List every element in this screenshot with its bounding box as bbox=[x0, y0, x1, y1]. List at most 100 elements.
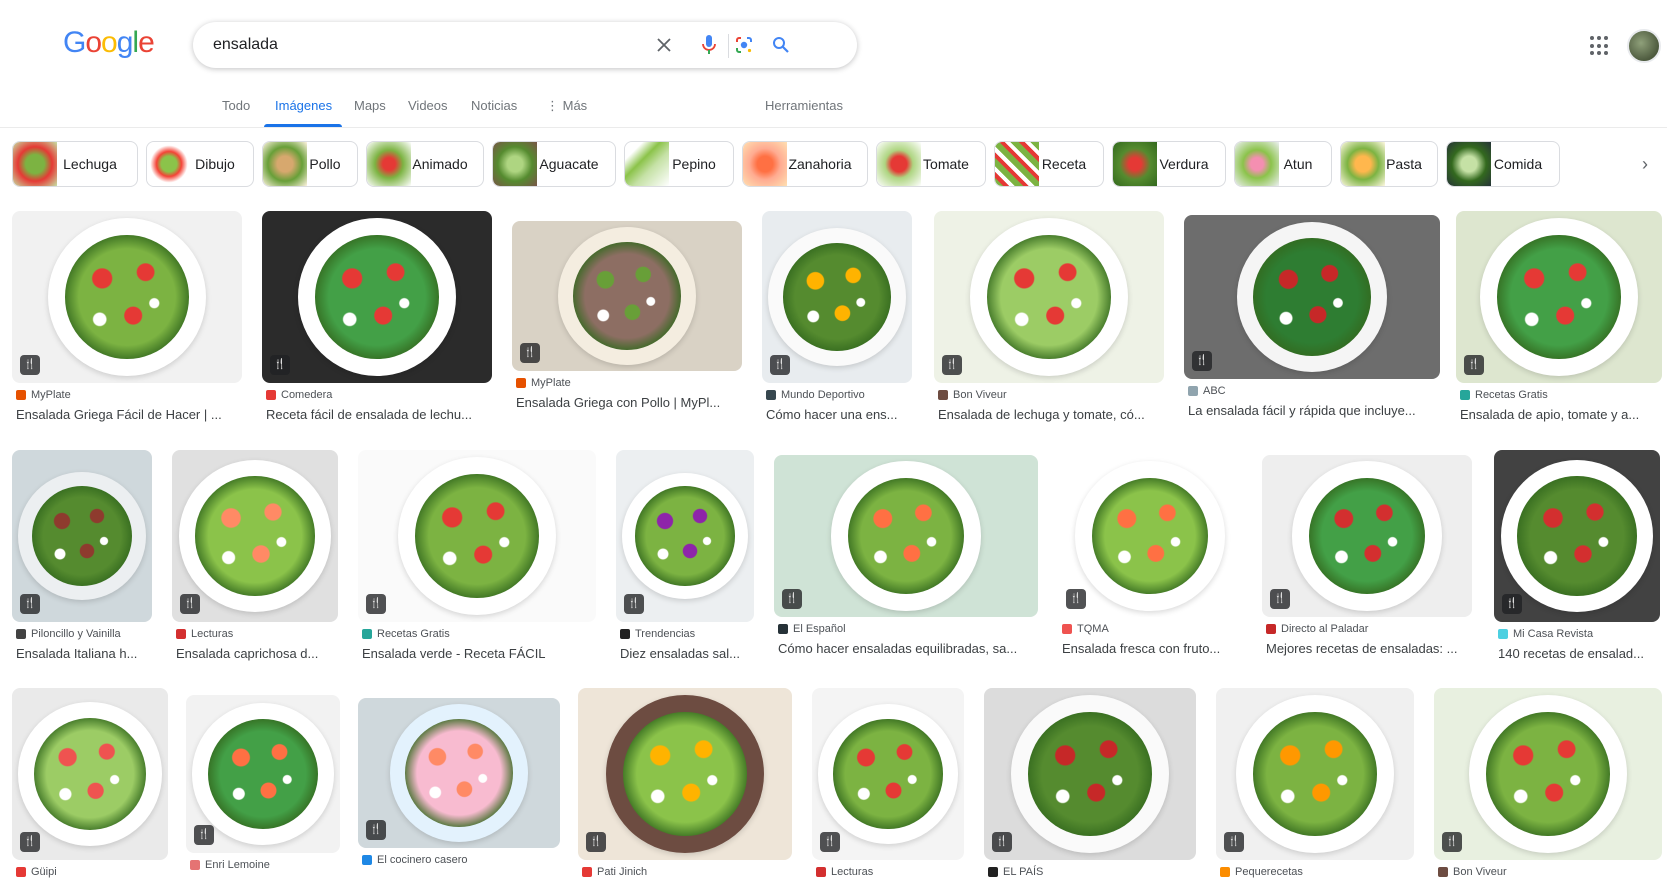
recipe-icon: 🍴 bbox=[782, 589, 802, 609]
result-source[interactable]: Recetas Gratis bbox=[362, 628, 450, 640]
chip-dibujo[interactable]: Dibujo bbox=[146, 141, 254, 187]
result-title[interactable]: Ensalada Griega con Pollo | MyPl... bbox=[516, 395, 746, 410]
chip-pepino[interactable]: Pepino bbox=[624, 141, 734, 187]
result-title[interactable]: Ensalada Italiana h... bbox=[16, 646, 156, 661]
chip-animado[interactable]: Animado bbox=[366, 141, 484, 187]
result-thumbnail[interactable]: 🍴 bbox=[512, 221, 742, 371]
result-thumbnail[interactable]: 🍴 bbox=[1494, 450, 1660, 622]
chip-zanahoria[interactable]: Zanahoria bbox=[742, 141, 868, 187]
result-source[interactable]: Enri Lemoine bbox=[190, 859, 270, 871]
tab-todo[interactable]: Todo bbox=[222, 98, 250, 113]
site-favicon-icon bbox=[816, 867, 826, 877]
result-source[interactable]: Trendencias bbox=[620, 628, 695, 640]
chip-verdura[interactable]: Verdura bbox=[1112, 141, 1226, 187]
result-thumbnail[interactable]: 🍴 bbox=[616, 450, 754, 622]
result-source[interactable]: Bon Viveur bbox=[1438, 866, 1507, 878]
site-favicon-icon bbox=[16, 867, 26, 877]
result-thumbnail[interactable]: 🍴 bbox=[984, 688, 1196, 860]
result-source[interactable]: Piloncillo y Vainilla bbox=[16, 628, 121, 640]
result-thumbnail[interactable]: 🍴 bbox=[172, 450, 338, 622]
account-avatar[interactable] bbox=[1627, 29, 1661, 63]
chip-aguacate[interactable]: Aguacate bbox=[492, 141, 616, 187]
lens-icon[interactable] bbox=[732, 33, 756, 57]
result-thumbnail[interactable]: 🍴 bbox=[1216, 688, 1414, 860]
result-thumbnail[interactable]: 🍴 bbox=[358, 450, 596, 622]
result-thumbnail[interactable]: 🍴 bbox=[934, 211, 1164, 383]
result-thumbnail[interactable]: 🍴 bbox=[774, 455, 1038, 617]
result-source[interactable]: Güipi bbox=[16, 866, 57, 878]
result-thumbnail[interactable]: 🍴 bbox=[1456, 211, 1662, 383]
chip-comida[interactable]: Comida bbox=[1446, 141, 1560, 187]
search-box[interactable]: ensalada bbox=[193, 22, 857, 68]
search-input[interactable]: ensalada bbox=[213, 36, 278, 54]
source-name: Lecturas bbox=[191, 628, 234, 640]
result-source[interactable]: El Español bbox=[778, 623, 846, 635]
result-source[interactable]: El cocinero casero bbox=[362, 854, 468, 866]
result-title[interactable]: Diez ensaladas sal... bbox=[620, 646, 758, 661]
result-source[interactable]: Comedera bbox=[266, 389, 332, 401]
result-title[interactable]: Cómo hacer una ens... bbox=[766, 407, 916, 422]
tab-videos[interactable]: Videos bbox=[408, 98, 448, 113]
tab-maps[interactable]: Maps bbox=[354, 98, 386, 113]
result-title[interactable]: Cómo hacer ensaladas equilibradas, sa... bbox=[778, 641, 1042, 656]
clear-icon[interactable] bbox=[652, 33, 676, 57]
search-icon[interactable] bbox=[769, 33, 793, 57]
result-source[interactable]: Lecturas bbox=[176, 628, 233, 640]
result-thumbnail[interactable]: 🍴 bbox=[12, 688, 168, 860]
result-title[interactable]: Ensalada de lechuga y tomate, có... bbox=[938, 407, 1168, 422]
recipe-icon: 🍴 bbox=[1502, 594, 1522, 614]
result-title[interactable]: 140 recetas de ensalad... bbox=[1498, 646, 1664, 661]
chip-tomate[interactable]: Tomate bbox=[876, 141, 986, 187]
result-title[interactable]: Ensalada verde - Receta FÁCIL bbox=[362, 646, 600, 661]
result-thumbnail[interactable]: 🍴 bbox=[1184, 215, 1440, 379]
chip-receta[interactable]: Receta bbox=[994, 141, 1104, 187]
result-title[interactable]: Mejores recetas de ensaladas: ... bbox=[1266, 641, 1476, 656]
result-thumbnail[interactable]: 🍴 bbox=[186, 695, 340, 853]
recipe-icon: 🍴 bbox=[1464, 355, 1484, 375]
chip-pasta[interactable]: Pasta bbox=[1340, 141, 1438, 187]
result-source[interactable]: Mundo Deportivo bbox=[766, 389, 865, 401]
apps-grid-icon[interactable] bbox=[1590, 36, 1610, 56]
result-thumbnail[interactable]: 🍴 bbox=[812, 688, 964, 860]
result-source[interactable]: ABC bbox=[1188, 385, 1226, 397]
result-source[interactable]: Bon Viveur bbox=[938, 389, 1007, 401]
result-source[interactable]: MyPlate bbox=[516, 377, 571, 389]
result-title[interactable]: La ensalada fácil y rápida que incluye..… bbox=[1188, 403, 1444, 418]
chip-atun[interactable]: Atun bbox=[1234, 141, 1332, 187]
microphone-icon[interactable] bbox=[697, 33, 721, 57]
result-source[interactable]: Lecturas bbox=[816, 866, 873, 878]
chip-pollo[interactable]: Pollo bbox=[262, 141, 358, 187]
result-title[interactable]: Ensalada fresca con fruto... bbox=[1062, 641, 1246, 656]
result-source[interactable]: Mi Casa Revista bbox=[1498, 628, 1593, 640]
result-source[interactable]: EL PAÍS bbox=[988, 866, 1043, 878]
chip-lechuga[interactable]: Lechuga bbox=[12, 141, 138, 187]
result-source[interactable]: Pequerecetas bbox=[1220, 866, 1303, 878]
result-thumbnail[interactable]: 🍴 bbox=[12, 450, 152, 622]
result-title[interactable]: Receta fácil de ensalada de lechu... bbox=[266, 407, 496, 422]
result-thumbnail[interactable]: 🍴 bbox=[358, 698, 560, 848]
result-source[interactable]: Pati Jinich bbox=[582, 866, 647, 878]
chip-label: Aguacate bbox=[539, 156, 599, 172]
result-source[interactable]: MyPlate bbox=[16, 389, 71, 401]
chevron-right-icon[interactable]: › bbox=[1642, 154, 1648, 175]
result-thumbnail[interactable]: 🍴 bbox=[1434, 688, 1662, 860]
result-title[interactable]: Ensalada caprichosa d... bbox=[176, 646, 342, 661]
result-thumbnail[interactable]: 🍴 bbox=[262, 211, 492, 383]
result-source[interactable]: Directo al Paladar bbox=[1266, 623, 1368, 635]
result-thumbnail[interactable]: 🍴 bbox=[1058, 455, 1242, 617]
google-logo[interactable]: Google bbox=[63, 26, 155, 60]
result-source[interactable]: TQMA bbox=[1062, 623, 1109, 635]
source-name: Mi Casa Revista bbox=[1513, 628, 1594, 640]
tab-noticias[interactable]: Noticias bbox=[471, 98, 517, 113]
tab-imagenes[interactable]: Imágenes bbox=[275, 98, 332, 113]
tab-mas[interactable]: ⋮ Más bbox=[546, 98, 587, 114]
result-thumbnail[interactable]: 🍴 bbox=[578, 688, 792, 860]
result-title[interactable]: Ensalada de apio, tomate y a... bbox=[1460, 407, 1666, 422]
result-thumbnail[interactable]: 🍴 bbox=[12, 211, 242, 383]
tools-button[interactable]: Herramientas bbox=[765, 98, 843, 113]
result-thumbnail[interactable]: 🍴 bbox=[1262, 455, 1472, 617]
result-title[interactable]: Ensalada Griega Fácil de Hacer | ... bbox=[16, 407, 246, 422]
result-source[interactable]: Recetas Gratis bbox=[1460, 389, 1548, 401]
result-thumbnail[interactable]: 🍴 bbox=[762, 211, 912, 383]
source-name: Lecturas bbox=[831, 866, 874, 878]
